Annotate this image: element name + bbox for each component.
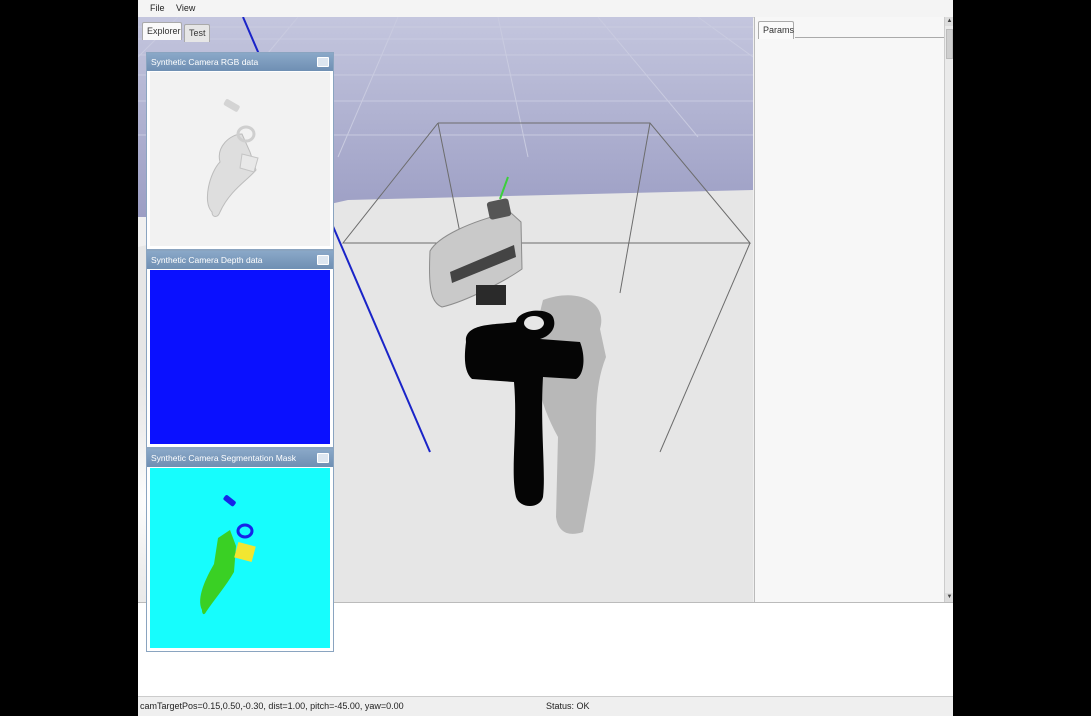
minimize-icon[interactable]: [317, 57, 329, 67]
segmentation-mask: [200, 495, 256, 615]
tab-test[interactable]: Test: [184, 24, 210, 42]
rgb-object: [207, 99, 259, 217]
tab-explorer[interactable]: Explorer: [142, 22, 182, 40]
scroll-up-icon[interactable]: ▲: [945, 17, 953, 26]
camera-status-text: camTargetPos=0.15,0.50,-0.30, dist=1.00,…: [140, 701, 404, 711]
minimize-icon[interactable]: [317, 255, 329, 265]
rgb-image: [150, 72, 330, 246]
left-tab-strip: Explorer Test: [138, 18, 338, 44]
scroll-down-icon[interactable]: ▼: [945, 593, 953, 602]
seg-panel-title[interactable]: Synthetic Camera Segmentation Mask: [147, 449, 333, 467]
rgb-camera-panel[interactable]: Synthetic Camera RGB data: [146, 52, 334, 250]
minimize-icon[interactable]: [317, 453, 329, 463]
rgb-panel-title[interactable]: Synthetic Camera RGB data: [147, 53, 333, 71]
object-hole: [524, 316, 544, 330]
menu-view[interactable]: View: [176, 3, 195, 13]
params-panel: Params ▲ ▼: [754, 17, 953, 602]
tab-params[interactable]: Params: [758, 21, 794, 39]
depth-panel-title[interactable]: Synthetic Camera Depth data: [147, 251, 333, 269]
segmentation-camera-panel[interactable]: Synthetic Camera Segmentation Mask: [146, 448, 334, 652]
depth-camera-panel[interactable]: Synthetic Camera Depth data: [146, 250, 334, 448]
scroll-thumb[interactable]: [946, 29, 953, 59]
tab-params-label: Params: [763, 25, 795, 35]
status-text: Status: OK: [546, 701, 590, 711]
tab-test-label: Test: [189, 28, 206, 38]
menu-file[interactable]: File: [150, 3, 165, 13]
tab-explorer-label: Explorer: [147, 26, 181, 36]
depth-image: [150, 270, 330, 444]
menu-bar: File View: [138, 0, 953, 18]
segmentation-image: [150, 468, 330, 648]
params-scrollbar[interactable]: ▲ ▼: [944, 17, 953, 602]
status-bar: camTargetPos=0.15,0.50,-0.30, dist=1.00,…: [138, 696, 953, 716]
